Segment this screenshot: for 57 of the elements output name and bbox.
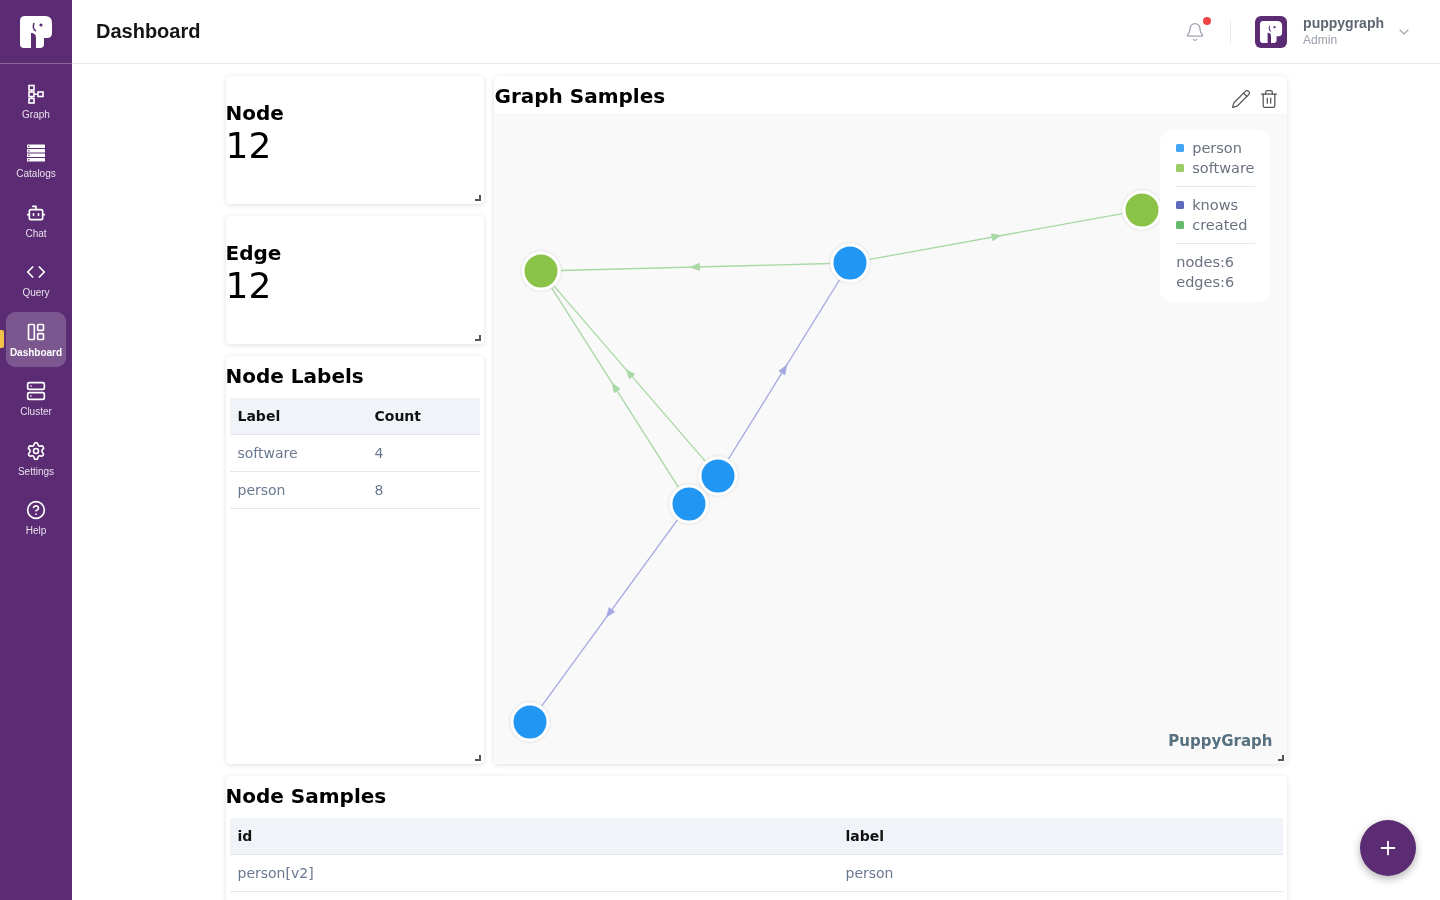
stat-value: 12: [225, 125, 272, 167]
sidebar-item[interactable]: Chat: [6, 193, 66, 248]
canvas-watermark: PuppyGraph: [1168, 732, 1273, 750]
graph-node[interactable]: [830, 243, 869, 283]
table-cell: person: [837, 854, 1283, 891]
sidebar-item[interactable]: Graph: [6, 74, 66, 129]
graph-node[interactable]: [1122, 190, 1161, 230]
legend-stat: edges:6: [1176, 274, 1235, 290]
column-header: Count: [366, 398, 480, 434]
graph-node[interactable]: [669, 484, 708, 524]
stat-title: Edge: [225, 241, 282, 265]
graph-node[interactable]: [521, 251, 560, 291]
column-header: label: [837, 818, 1283, 854]
sidebar-item[interactable]: Query: [6, 252, 66, 308]
resize-handle-icon[interactable]: [474, 335, 481, 341]
sidebar-item[interactable]: Cluster: [6, 371, 66, 427]
card-title: Graph Samples: [494, 84, 666, 108]
resize-handle-icon[interactable]: [474, 195, 481, 201]
user-name: puppygraph: [1303, 15, 1384, 33]
resize-handle-icon[interactable]: [1277, 755, 1284, 761]
add-button[interactable]: [1360, 820, 1416, 876]
legend-label: software: [1192, 160, 1255, 176]
column-header: Label: [229, 398, 367, 434]
table-cell: 4: [366, 434, 480, 471]
stat-title: Node: [225, 101, 284, 125]
sidebar-item[interactable]: Help: [6, 490, 66, 546]
legend-label: created: [1192, 217, 1248, 233]
settings-icon: [26, 440, 46, 461]
resize-handle-icon[interactable]: [474, 755, 481, 761]
legend-stat: nodes:6: [1176, 254, 1235, 270]
stat-value: 12: [225, 265, 272, 307]
table-cell: person[v2]: [229, 854, 838, 891]
graph-node[interactable]: [510, 702, 549, 742]
graph-node[interactable]: [698, 456, 737, 496]
user-role: Admin: [1303, 32, 1338, 48]
edit-icon[interactable]: [1230, 89, 1251, 109]
hierarchy-icon: [26, 83, 46, 104]
user-avatar-icon: [1255, 15, 1288, 48]
help-icon: [26, 500, 46, 520]
legend-label: person: [1192, 140, 1242, 156]
list-icon: [26, 143, 46, 163]
logo-icon: [20, 15, 52, 48]
table-cell: person: [229, 471, 367, 508]
server-icon: [26, 381, 46, 401]
table-cell: 8: [366, 471, 480, 508]
card-title: Node Samples: [225, 784, 387, 808]
layout-icon: [26, 321, 46, 342]
legend-label: knows: [1192, 197, 1239, 213]
active-indicator-icon: [0, 330, 4, 348]
table-cell: software: [229, 434, 367, 471]
bell-icon[interactable]: [1185, 21, 1206, 42]
page-title: Dashboard: [96, 20, 201, 43]
sidebar-item[interactable]: Catalogs: [6, 133, 66, 189]
delete-icon[interactable]: [1258, 89, 1279, 109]
card-title: Node Labels: [225, 364, 364, 388]
column-header: id: [229, 818, 838, 854]
sidebar-item[interactable]: Settings: [6, 431, 66, 486]
